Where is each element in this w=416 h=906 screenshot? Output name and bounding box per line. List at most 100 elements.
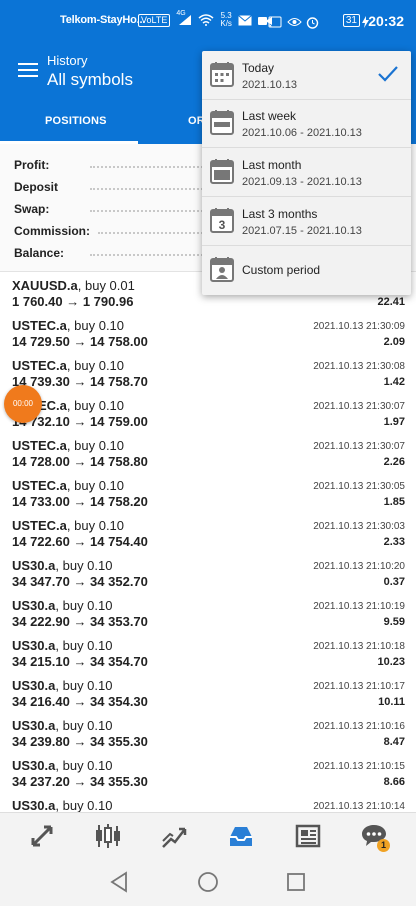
calendar-month-icon [210, 159, 234, 184]
trade-row[interactable]: US30.a, buy 0.10 34 215.10 → 34 354.70 2… [0, 632, 416, 673]
period-option-today[interactable]: Today 2021.10.13 [202, 51, 411, 100]
trade-datetime: 2021.10.13 21:10:16 [313, 721, 405, 732]
trade-side: buy 0.10 [62, 798, 113, 813]
net-speed: 5.3 K/s [220, 11, 232, 28]
cast-icon [268, 16, 282, 28]
trade-datetime: 2021.10.13 21:30:09 [313, 321, 405, 332]
trade-profit: 8.66 [383, 776, 405, 788]
trade-symbol: USTEC.a [12, 318, 67, 333]
clock: 20:32 [368, 13, 404, 29]
volte-icon: VoLTE [138, 13, 171, 27]
calendar-person-icon [210, 257, 234, 282]
bottom-nav: 1 [0, 812, 416, 859]
history-icon[interactable] [226, 821, 256, 851]
check-icon [378, 66, 398, 82]
trade-profit: 22.41 [377, 296, 405, 308]
trade-title: USTEC.a, buy 0.10 [12, 438, 125, 453]
trade-prices: 14 722.60 → 14 754.40 [12, 534, 148, 549]
trade-profit: 8.47 [383, 736, 405, 748]
trade-row[interactable]: USTEC.a, buy 0.10 14 739.30 → 14 758.70 … [0, 352, 416, 393]
period-option-last-week[interactable]: Last week 2021.10.06 - 2021.10.13 [202, 99, 411, 148]
page-subtitle[interactable]: All symbols [47, 70, 133, 90]
quotes-icon[interactable] [27, 821, 57, 851]
trade-profit: 2.33 [383, 536, 405, 548]
trade-side: buy 0.10 [74, 518, 125, 533]
trade-symbol: XAUUSD.a [12, 278, 78, 293]
trade-title: US30.a, buy 0.10 [12, 678, 113, 693]
trade-profit: 9.59 [383, 616, 405, 628]
chart-icon[interactable] [93, 821, 123, 851]
trade-side: buy 0.10 [62, 558, 113, 573]
trade-row[interactable]: USTEC.a, buy 0.10 14 729.50 → 14 758.00 … [0, 312, 416, 353]
trade-symbol: USTEC.a [12, 518, 67, 533]
trade-symbol: US30.a [12, 598, 56, 613]
trade-row[interactable]: US30.a, buy 0.10 34 237.20 → 34 355.30 2… [0, 752, 416, 793]
period-range: 2021.09.13 - 2021.10.13 [242, 176, 362, 188]
trade-symbol: US30.a [12, 798, 56, 813]
trade-row[interactable]: US30.a, buy 0.10 34 222.90 → 34 353.70 2… [0, 592, 416, 633]
summary-balance: Balance: [14, 246, 214, 260]
period-range: 2021.10.06 - 2021.10.13 [242, 127, 362, 139]
trade-prices: 14 733.00 → 14 758.20 [12, 494, 148, 509]
trade-profit: 1.97 [383, 416, 405, 428]
summary-profit: Profit: [14, 158, 214, 172]
battery-icon: 31 [342, 14, 360, 27]
trade-side: buy 0.10 [74, 318, 125, 333]
calendar-today-icon [210, 62, 234, 87]
menu-icon[interactable] [18, 63, 38, 77]
trade-datetime: 2021.10.13 21:10:19 [313, 601, 405, 612]
carrier-label: Telkom-StayHo... [60, 14, 146, 26]
trade-side: buy 0.10 [74, 398, 125, 413]
trade-datetime: 2021.10.13 21:30:05 [313, 481, 405, 492]
summary-swap: Swap: [14, 202, 214, 216]
trade-prices: 34 347.70 → 34 352.70 [12, 574, 148, 589]
trade-row[interactable]: USTEC.a, buy 0.10 14 728.00 → 14 758.80 … [0, 432, 416, 473]
page-title: History [47, 53, 88, 68]
floating-timer-button[interactable]: 00:00 [4, 385, 42, 423]
period-option-last-month[interactable]: Last month 2021.09.13 - 2021.10.13 [202, 148, 411, 197]
period-label: Last week [242, 109, 297, 123]
trade-row[interactable]: US30.a, buy 0.10 34 347.70 → 34 352.70 2… [0, 552, 416, 593]
trade-row[interactable]: USTEC.a, buy 0.10 14 722.60 → 14 754.40 … [0, 512, 416, 553]
tab-positions[interactable]: POSITIONS [45, 115, 107, 127]
period-option-custom[interactable]: Custom period [202, 246, 411, 294]
trade-datetime: 2021.10.13 21:10:15 [313, 761, 405, 772]
messages-badge: 1 [377, 839, 390, 852]
period-label: Last month [242, 158, 302, 172]
trade-side: buy 0.10 [62, 678, 113, 693]
trade-title: US30.a, buy 0.10 [12, 718, 113, 733]
trade-symbol: USTEC.a [12, 478, 67, 493]
trade-side: buy 0.10 [62, 598, 113, 613]
trade-icon[interactable] [159, 821, 189, 851]
period-menu: Today 2021.10.13 Last week 2021.10.06 - … [202, 51, 411, 295]
summary-deposit: Deposit [14, 180, 214, 194]
status-icons: VoLTE 4G 5.3 K/s [138, 10, 272, 28]
wifi-icon [198, 14, 214, 26]
back-icon[interactable] [109, 871, 129, 893]
recents-icon[interactable] [286, 872, 306, 892]
trade-title: USTEC.a, buy 0.10 [12, 318, 125, 333]
alarm-icon [306, 17, 319, 29]
status-bar: Telkom-StayHo... VoLTE 4G 5.3 K/s 31 20:3… [0, 0, 416, 42]
trade-symbol: US30.a [12, 558, 56, 573]
trade-symbol: US30.a [12, 758, 56, 773]
period-option-last-3-months[interactable]: 3 Last 3 months 2021.07.15 - 2021.10.13 [202, 197, 411, 246]
trade-side: buy 0.10 [62, 718, 113, 733]
trade-prices: 34 222.90 → 34 353.70 [12, 614, 148, 629]
trade-symbol: USTEC.a [12, 438, 67, 453]
trade-title: USTEC.a, buy 0.10 [12, 358, 125, 373]
trade-row[interactable]: USTEC.a, buy 0.10 14 733.00 → 14 758.20 … [0, 472, 416, 513]
trade-row[interactable]: USTEC.a, buy 0.10 14 732.10 → 14 759.00 … [0, 392, 416, 433]
trade-title: US30.a, buy 0.10 [12, 558, 113, 573]
trade-title: USTEC.a, buy 0.10 [12, 478, 125, 493]
news-icon[interactable] [293, 821, 323, 851]
trade-row[interactable]: US30.a, buy 0.10 34 216.40 → 34 354.30 2… [0, 672, 416, 713]
eye-icon [287, 18, 302, 26]
trade-datetime: 2021.10.13 21:30:08 [313, 361, 405, 372]
messages-icon[interactable]: 1 [359, 821, 390, 852]
signal-4g-icon: 4G [176, 10, 192, 26]
trade-row[interactable]: US30.a, buy 0.10 34 239.80 → 34 355.30 2… [0, 712, 416, 753]
home-icon[interactable] [197, 871, 219, 893]
trade-profit: 2.09 [383, 336, 405, 348]
period-range: 2021.07.15 - 2021.10.13 [242, 225, 362, 237]
